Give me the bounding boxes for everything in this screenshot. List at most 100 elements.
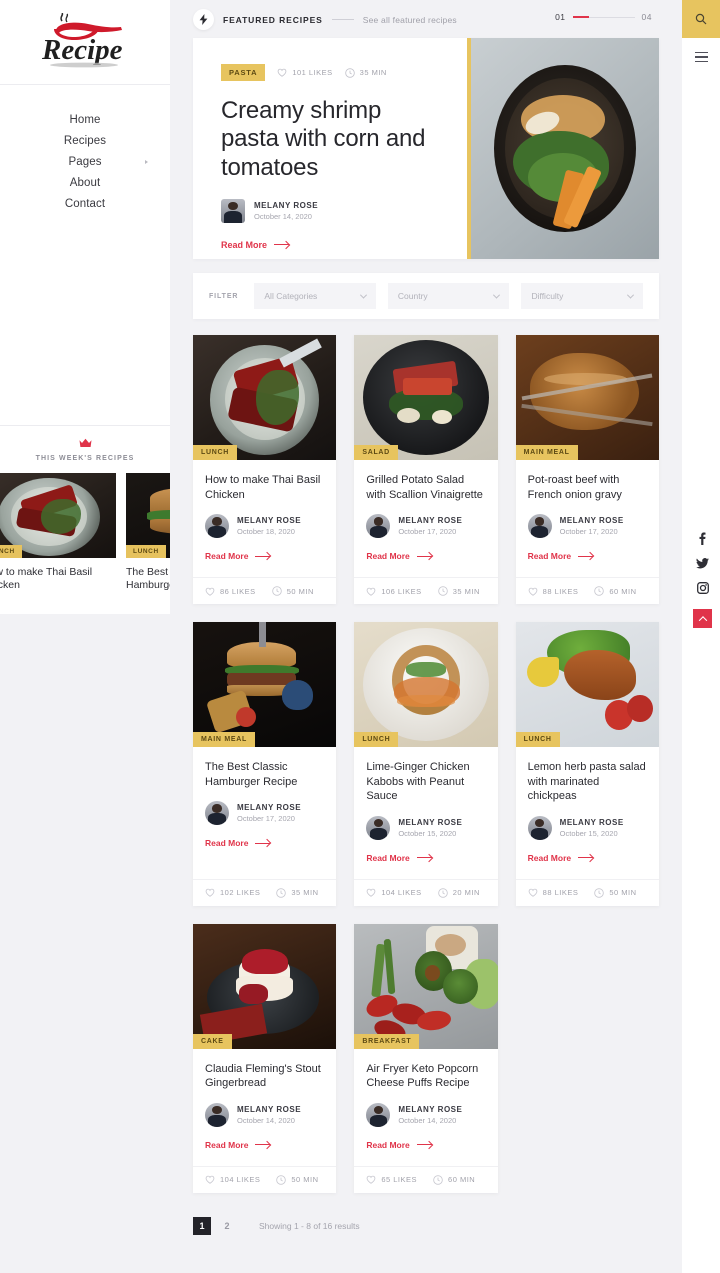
read-more-link[interactable]: Read More [366,1140,431,1150]
chevron-down-icon [493,291,500,298]
heart-icon [205,587,215,596]
sidebar-item-label: Home [69,114,100,126]
recipe-card[interactable]: SALADGrilled Potato Salad with Scallion … [354,335,497,604]
clock-icon [438,586,448,596]
featured-recipe-card[interactable]: PASTA 101 LIKES 35 MIN [193,38,659,259]
read-more-link[interactable]: Read More [205,838,270,848]
avatar [205,801,229,825]
read-more-link[interactable]: Read More [205,1140,270,1150]
read-more-link[interactable]: Read More [528,551,593,561]
arrow-right-icon [578,857,593,858]
avatar [205,1103,229,1127]
sidebar-item-pages[interactable]: Pages [0,151,170,172]
filter-select-country[interactable]: Country [388,283,510,309]
author-row: MELANY ROSE October 14, 2020 [205,1103,324,1127]
recipe-card-badge[interactable]: LUNCH [354,732,398,747]
time-text: 50 MIN [609,888,636,897]
read-more-link[interactable]: Read More [366,853,431,863]
read-more-link[interactable]: Read More [205,551,270,561]
filter-select-categories[interactable]: All Categories [254,283,376,309]
pagination-page-1[interactable]: 1 [193,1217,211,1235]
likes-text: 88 LIKES [543,888,579,897]
scroll-to-top-button[interactable] [693,609,712,628]
category-badge[interactable]: PASTA [221,64,265,81]
recipe-card[interactable]: MAIN MEALThe Best Classic Hamburger Reci… [193,622,336,906]
arrow-right-icon [255,1144,270,1145]
time-stat: 50 MIN [272,586,314,596]
recipe-card-badge[interactable]: LUNCH [193,445,237,460]
filter-select-value: All Categories [264,291,317,301]
filter-select-difficulty[interactable]: Difficulty [521,283,643,309]
logo[interactable]: Recipe [0,0,170,85]
likes-text: 104 LIKES [220,1175,260,1184]
hamburger-menu-button[interactable] [682,38,720,76]
pagination-page-2[interactable]: 2 [218,1217,236,1235]
week-carousel[interactable]: LUNCH How to make Thai Basil Chicken LUN… [0,473,170,598]
sidebar-item-recipes[interactable]: Recipes [0,130,170,151]
likes-stat: 101 LIKES [277,68,332,77]
lightning-bolt-icon [193,9,214,30]
recipe-card[interactable]: CAKEClaudia Fleming's Stout GingerbreadM… [193,924,336,1193]
slider-total-index: 04 [642,12,652,22]
recipe-card-image: LUNCH [354,622,497,747]
widget-title: THIS WEEK'S RECIPES [0,455,170,462]
recipe-card-image: BREAKFAST [354,924,497,1049]
read-more-link[interactable]: Read More [366,551,431,561]
time-text: 60 MIN [448,1175,475,1184]
slider-counter: 01 04 [555,12,652,22]
slider-progress-fill [573,16,589,18]
heart-icon [528,587,538,596]
recipe-card-badge[interactable]: SALAD [354,445,398,460]
time-text: 35 MIN [453,587,480,596]
read-more-label: Read More [528,853,571,863]
likes-stat: 88 LIKES [528,888,579,897]
author-name: MELANY ROSE [237,1105,301,1114]
sidebar-item-label: Contact [65,198,105,210]
recipe-card-badge[interactable]: MAIN MEAL [193,732,255,747]
clock-icon [594,888,604,898]
week-card[interactable]: LUNCH How to make Thai Basil Chicken [0,473,116,592]
recipe-card[interactable]: LUNCHLemon herb pasta salad with marinat… [516,622,659,906]
search-icon [695,13,707,25]
publish-date: October 15, 2020 [560,829,624,838]
clock-icon [433,1175,443,1185]
recipe-card-badge[interactable]: CAKE [193,1034,232,1049]
sidebar-item-contact[interactable]: Contact [0,193,170,214]
recipe-card[interactable]: LUNCHHow to make Thai Basil ChickenMELAN… [193,335,336,604]
author-info: MELANY ROSEOctober 18, 2020 [237,516,301,536]
see-all-featured-link[interactable]: See all featured recipes [363,15,457,25]
arrow-right-icon [255,556,270,557]
recipe-card-body: Grilled Potato Salad with Scallion Vinai… [354,460,497,564]
recipe-card-badge[interactable]: MAIN MEAL [516,445,578,460]
sidebar-item-about[interactable]: About [0,172,170,193]
publish-date: October 14, 2020 [237,1116,301,1125]
recipe-card[interactable]: LUNCHLime-Ginger Chicken Kabobs with Pea… [354,622,497,906]
recipe-card[interactable]: BREAKFASTAir Fryer Keto Popcorn Cheese P… [354,924,497,1193]
instagram-icon[interactable] [696,581,710,595]
read-more-link[interactable]: Read More [221,240,289,250]
author-row: MELANY ROSEOctober 15, 2020 [366,816,485,840]
hamburger-line [695,52,708,53]
page-root: Recipe Home Recipes Pages About Contact [0,0,720,1273]
read-more-link[interactable]: Read More [528,853,593,863]
facebook-icon[interactable] [696,531,710,545]
recipe-card-badge[interactable]: LUNCH [516,732,560,747]
slider-progress-track[interactable] [573,17,635,18]
recipe-card-image: MAIN MEAL [516,335,659,460]
likes-stat: 88 LIKES [528,587,579,596]
hamburger-line [695,56,708,57]
sidebar-item-home[interactable]: Home [0,109,170,130]
avatar [221,199,245,223]
search-button[interactable] [682,0,720,38]
recipe-card[interactable]: MAIN MEALPot-roast beef with French onio… [516,335,659,604]
twitter-icon[interactable] [696,556,710,570]
likes-stat: 104 LIKES [205,1175,260,1184]
recipe-card-badge[interactable]: BREAKFAST [354,1034,419,1049]
likes-stat: 65 LIKES [366,1175,417,1184]
heart-icon [277,68,287,77]
topbar: FEATURED RECIPES See all featured recipe… [170,0,720,38]
week-card[interactable]: LUNCH The Best Classic Hamburger [126,473,170,592]
read-more-label: Read More [366,1140,409,1150]
read-more-label: Read More [366,853,409,863]
chevron-down-icon [627,291,634,298]
